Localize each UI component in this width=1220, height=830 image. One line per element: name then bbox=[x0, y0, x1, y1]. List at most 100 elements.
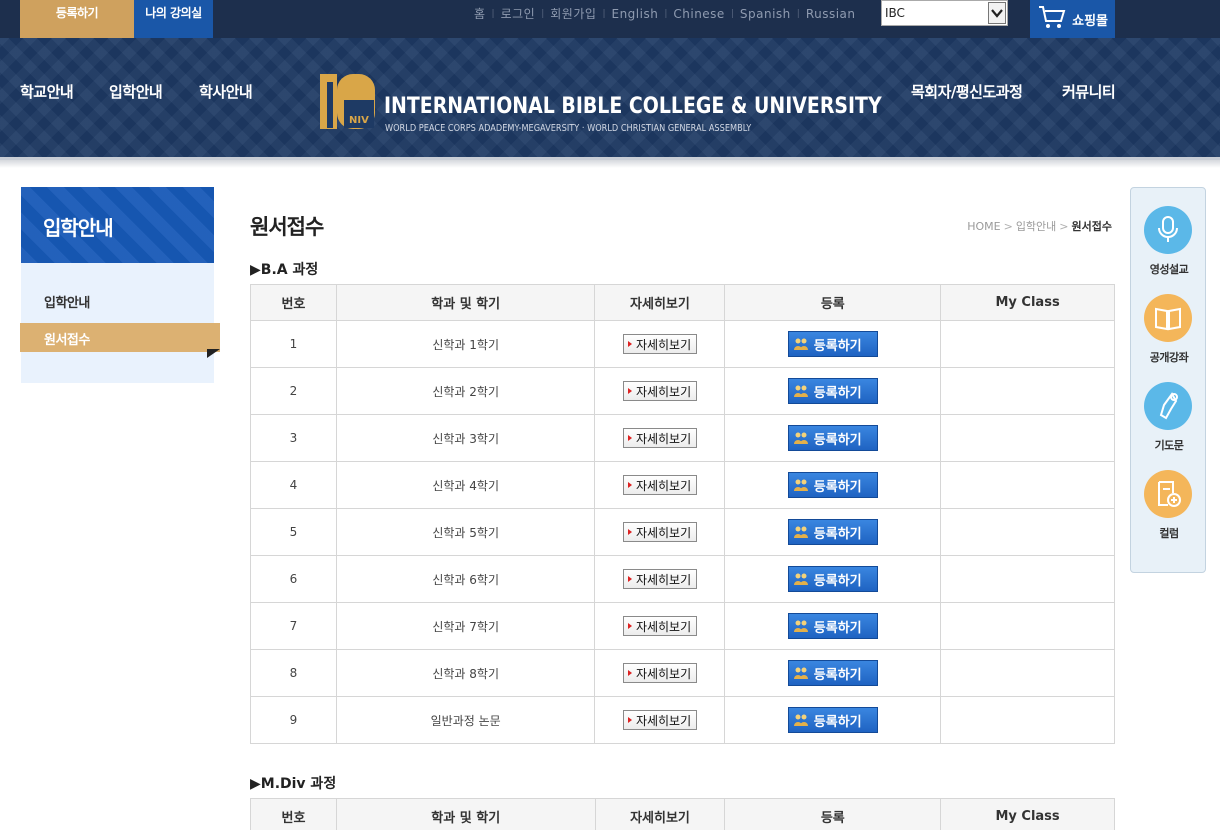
register-button[interactable]: 등록하기 bbox=[787, 660, 878, 686]
top-register-button[interactable]: 등록하기 bbox=[20, 0, 134, 38]
table-row: 7 신학과 7학기 자세히보기 등록하기 bbox=[250, 602, 1115, 650]
detail-button[interactable]: 자세히보기 bbox=[622, 663, 697, 683]
detail-button[interactable]: 자세히보기 bbox=[622, 428, 697, 448]
sidebar-item-admission[interactable]: 입학안내 bbox=[44, 292, 90, 311]
users-icon bbox=[793, 526, 808, 538]
header-number: 번호 bbox=[250, 284, 337, 321]
logo-small-text: NIV bbox=[349, 115, 369, 126]
header-register: 등록 bbox=[724, 798, 942, 830]
nav-pastor-course[interactable]: 목회자/평신도과정 bbox=[911, 81, 1023, 102]
chevron-down-icon[interactable] bbox=[988, 2, 1006, 24]
course-table-mdiv: 번호 학과 및 학기 자세히보기 등록 My Class bbox=[250, 798, 1115, 830]
nav-school-info[interactable]: 학교안내 bbox=[20, 81, 74, 102]
page-title: 원서접수 bbox=[250, 215, 324, 239]
row-course-name: 신학과 5학기 bbox=[335, 508, 596, 556]
register-button[interactable]: 등록하기 bbox=[787, 519, 878, 545]
link-chinese[interactable]: Chinese bbox=[667, 7, 730, 21]
arrow-right-icon bbox=[627, 670, 632, 676]
top-utility-bar: 등록하기 나의 강의실 홈 | 로그인 | 회원가입 | English | Chine… bbox=[0, 0, 1220, 38]
detail-button[interactable]: 자세히보기 bbox=[622, 334, 697, 354]
row-register-cell: 등록하기 bbox=[724, 696, 942, 744]
arrow-right-icon bbox=[627, 623, 632, 629]
table-row: 5 신학과 5학기 자세히보기 등록하기 bbox=[250, 508, 1115, 556]
row-myclass-cell bbox=[940, 696, 1115, 744]
row-course-name: 신학과 4학기 bbox=[335, 461, 596, 509]
table-header-row: 번호 학과 및 학기 자세히보기 등록 My Class bbox=[250, 284, 1115, 321]
row-myclass-cell bbox=[940, 414, 1115, 462]
detail-button[interactable]: 자세히보기 bbox=[622, 710, 697, 730]
register-label: 등록하기 bbox=[813, 526, 862, 542]
register-button[interactable]: 등록하기 bbox=[787, 707, 878, 733]
register-button[interactable]: 등록하기 bbox=[787, 472, 878, 498]
chevron-right-icon: > bbox=[1059, 219, 1069, 233]
header-myclass: My Class bbox=[940, 284, 1115, 321]
quick-prayer[interactable]: 기도문 bbox=[1144, 382, 1194, 453]
register-button[interactable]: 등록하기 bbox=[787, 425, 878, 451]
row-course-name: 신학과 2학기 bbox=[335, 367, 596, 415]
sidebar-item-label: 원서접수 bbox=[44, 333, 90, 348]
users-icon bbox=[793, 620, 808, 632]
row-detail-cell: 자세히보기 bbox=[594, 649, 726, 697]
link-login[interactable]: 로그인 bbox=[495, 5, 542, 22]
row-myclass-cell bbox=[940, 649, 1115, 697]
row-number: 1 bbox=[250, 320, 337, 368]
link-home[interactable]: 홈 bbox=[468, 5, 492, 22]
users-icon bbox=[793, 432, 808, 444]
register-button[interactable]: 등록하기 bbox=[787, 331, 878, 357]
quick-sermon[interactable]: 영성설교 bbox=[1144, 206, 1194, 277]
detail-label: 자세히보기 bbox=[635, 337, 692, 352]
row-detail-cell: 자세히보기 bbox=[594, 414, 726, 462]
row-course-name: 신학과 3학기 bbox=[335, 414, 596, 462]
chevron-right-icon: > bbox=[1003, 219, 1013, 233]
quick-column[interactable]: 컬럼 bbox=[1144, 470, 1194, 541]
row-course-name: 신학과 1학기 bbox=[335, 320, 596, 368]
users-icon bbox=[793, 385, 808, 397]
row-detail-cell: 자세히보기 bbox=[594, 555, 726, 603]
site-select[interactable]: IBC bbox=[881, 0, 1008, 26]
quick-label: 영성설교 bbox=[1149, 263, 1189, 276]
register-label: 등록하기 bbox=[813, 714, 862, 730]
register-button[interactable]: 등록하기 bbox=[787, 566, 878, 592]
sidebar-item-application[interactable]: 원서접수 bbox=[20, 323, 220, 358]
section-title-mdiv: ▶M.Div 과정 bbox=[250, 776, 337, 792]
detail-button[interactable]: 자세히보기 bbox=[622, 475, 697, 495]
detail-button[interactable]: 자세히보기 bbox=[622, 569, 697, 589]
shop-label: 쇼핑몰 bbox=[1072, 13, 1108, 29]
arrow-right-icon bbox=[627, 388, 632, 394]
nav-admission[interactable]: 입학안내 bbox=[109, 81, 163, 102]
breadcrumb-admission[interactable]: 입학안내 bbox=[1016, 218, 1056, 234]
row-detail-cell: 자세히보기 bbox=[594, 602, 726, 650]
users-icon bbox=[793, 338, 808, 350]
row-register-cell: 등록하기 bbox=[724, 461, 942, 509]
row-number: 9 bbox=[250, 696, 337, 744]
quick-label: 기도문 bbox=[1154, 439, 1184, 452]
register-button[interactable]: 등록하기 bbox=[787, 613, 878, 639]
nav-academic[interactable]: 학사안내 bbox=[199, 81, 253, 102]
table-row: 3 신학과 3학기 자세히보기 등록하기 bbox=[250, 414, 1115, 462]
row-number: 8 bbox=[250, 649, 337, 697]
detail-button[interactable]: 자세히보기 bbox=[622, 616, 697, 636]
quick-lecture[interactable]: 공개강좌 bbox=[1144, 294, 1194, 365]
breadcrumb-current: 원서접수 bbox=[1071, 220, 1112, 233]
detail-button[interactable]: 자세히보기 bbox=[622, 522, 697, 542]
site-logo[interactable]: NIV bbox=[318, 72, 378, 132]
row-detail-cell: 자세히보기 bbox=[594, 320, 726, 368]
row-number: 4 bbox=[250, 461, 337, 509]
nav-community[interactable]: 커뮤니티 bbox=[1062, 81, 1116, 102]
top-myclass-button[interactable]: 나의 강의실 bbox=[134, 0, 213, 38]
link-spanish[interactable]: Spanish bbox=[734, 7, 797, 21]
header-detail: 자세히보기 bbox=[594, 284, 726, 321]
row-number: 3 bbox=[250, 414, 337, 462]
link-signup[interactable]: 회원가입 bbox=[544, 5, 602, 22]
row-detail-cell: 자세히보기 bbox=[594, 461, 726, 509]
breadcrumb-home[interactable]: HOME bbox=[967, 220, 1000, 233]
register-button[interactable]: 등록하기 bbox=[787, 378, 878, 404]
detail-button[interactable]: 자세히보기 bbox=[622, 381, 697, 401]
row-myclass-cell bbox=[940, 320, 1115, 368]
detail-label: 자세히보기 bbox=[635, 525, 692, 540]
link-russian[interactable]: Russian bbox=[800, 7, 862, 21]
sidebar-title: 입학안내 bbox=[21, 187, 214, 263]
cart-icon bbox=[1039, 6, 1066, 28]
shop-button[interactable]: 쇼핑몰 bbox=[1030, 0, 1115, 38]
link-english[interactable]: English bbox=[605, 7, 664, 21]
